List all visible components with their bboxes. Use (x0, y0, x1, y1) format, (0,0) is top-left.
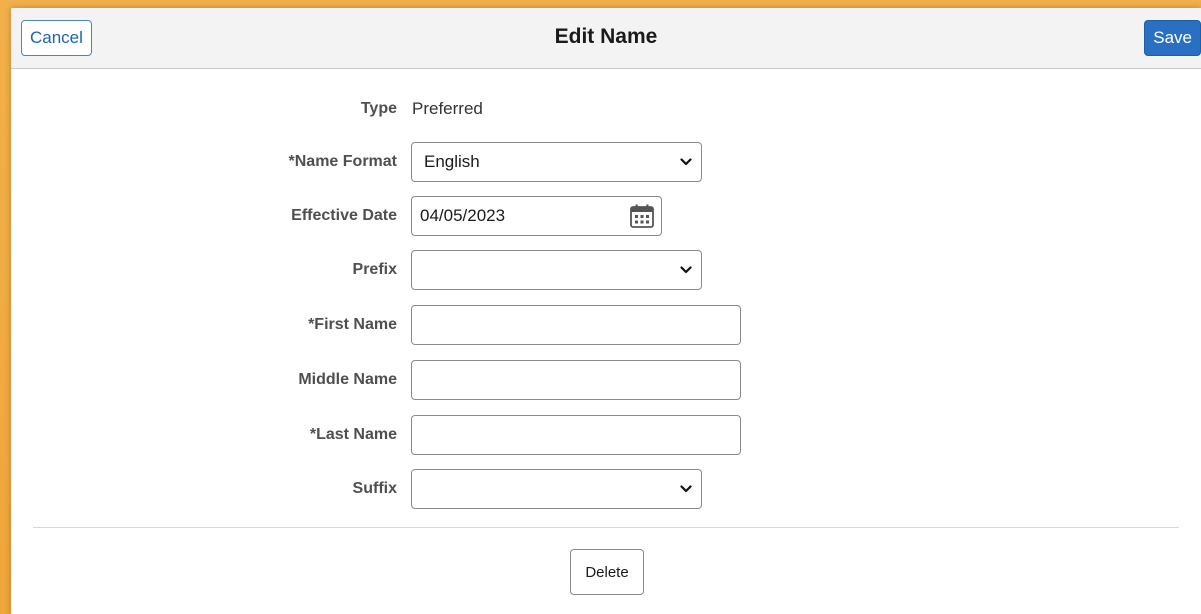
name-format-select[interactable]: English (411, 142, 702, 182)
dialog-title: Edit Name (554, 25, 658, 48)
first-name-label: *First Name (308, 316, 397, 333)
last-name-label: *Last Name (309, 426, 397, 443)
edit-name-dialog: Cancel Edit Name Save Type Preferred *Na… (11, 8, 1201, 614)
effective-date-input[interactable]: 04/05/2023 (411, 196, 662, 236)
first-name-field[interactable] (411, 305, 741, 345)
chevron-down-icon (680, 266, 692, 274)
suffix-select[interactable] (411, 469, 702, 509)
effective-date-row: Effective Date 04/05/2023 (11, 196, 1201, 236)
type-row: Type Preferred (11, 89, 1201, 129)
middle-name-field[interactable] (411, 360, 741, 400)
last-name-row: *Last Name (11, 415, 1201, 455)
middle-name-label: Middle Name (298, 371, 397, 388)
name-format-label: *Name Format (288, 153, 397, 170)
prefix-select[interactable] (411, 250, 702, 290)
middle-name-row: Middle Name (11, 360, 1201, 400)
first-name-row: *First Name (11, 305, 1201, 345)
chevron-down-icon (680, 485, 692, 493)
name-format-value: English (424, 152, 480, 171)
chevron-down-icon (680, 158, 692, 166)
type-value: Preferred (412, 99, 483, 118)
footer-divider (33, 527, 1179, 528)
effective-date-value: 04/05/2023 (420, 206, 506, 225)
prefix-label: Prefix (352, 261, 397, 278)
effective-date-label: Effective Date (291, 207, 397, 224)
type-label: Type (360, 100, 397, 117)
last-name-field[interactable] (411, 415, 741, 455)
prefix-row: Prefix (11, 250, 1201, 290)
dialog-header: Cancel Edit Name Save (11, 8, 1201, 69)
suffix-row: Suffix (11, 469, 1201, 509)
save-button[interactable]: Save (1144, 20, 1201, 56)
suffix-label: Suffix (352, 480, 397, 497)
delete-button[interactable]: Delete (570, 549, 644, 595)
calendar-icon[interactable] (629, 203, 655, 229)
cancel-button[interactable]: Cancel (21, 20, 92, 56)
name-format-row: *Name Format English (11, 142, 1201, 182)
